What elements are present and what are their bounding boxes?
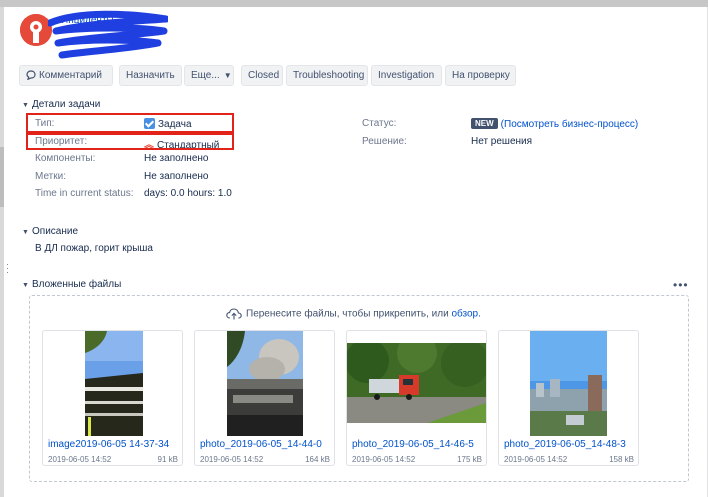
resolution-label: Решение:	[362, 136, 407, 147]
resolution-value: Нет решения	[471, 136, 533, 147]
attachment-meta: 2019-06-05 14:52 164 kB	[200, 455, 330, 464]
view-workflow-link[interactable]: (Посмотреть бизнес-процесс)	[501, 119, 639, 130]
attachment-thumbnail[interactable]	[347, 331, 486, 436]
chevron-down-icon: ▼	[22, 102, 29, 109]
transition-review-button[interactable]: На проверку	[445, 65, 516, 86]
status-value: NEW (Посмотреть бизнес-процесс)	[471, 118, 638, 130]
attachment-date: 2019-06-05 14:52	[200, 455, 264, 464]
details-section-title: Детали задачи	[32, 99, 101, 110]
attachment-date: 2019-06-05 14:52	[352, 455, 416, 464]
components-label: Компоненты:	[35, 153, 96, 164]
transition-investigation-label: Investigation	[378, 70, 435, 81]
dropzone-hint: Перенесите файлы, чтобы прикрепить, или …	[226, 308, 481, 320]
components-value[interactable]: Не заполнено	[144, 153, 208, 164]
window-top-strip	[0, 0, 708, 7]
attachment-meta: 2019-06-05 14:52 175 kB	[352, 455, 482, 464]
comment-button[interactable]: Комментарий	[19, 65, 113, 86]
attachment-date: 2019-06-05 14:52	[504, 455, 568, 464]
transition-investigation-button[interactable]: Investigation	[371, 65, 442, 86]
labels-label: Метки:	[35, 171, 66, 182]
attachments-section-toggle[interactable]: ▼ Вложенные файлы	[22, 279, 121, 290]
description-section-toggle[interactable]: ▼ Описание	[22, 226, 78, 237]
attachment-date: 2019-06-05 14:52	[48, 455, 112, 464]
status-badge: NEW	[471, 118, 498, 129]
status-label: Статус:	[362, 118, 397, 129]
attachment-filename[interactable]: image2019-06-05 14-37-34	[48, 439, 178, 450]
attachment-meta: 2019-06-05 14:52 158 kB	[504, 455, 634, 464]
attachment-meta: 2019-06-05 14:52 91 kB	[48, 455, 178, 464]
attachment-thumbnail[interactable]	[43, 331, 182, 436]
more-dots-icon[interactable]: •••	[673, 278, 689, 292]
attachment-thumbnail[interactable]	[499, 331, 638, 436]
left-scrollbar[interactable]	[0, 7, 4, 497]
cloud-upload-icon	[226, 308, 242, 320]
transition-troubleshooting-label: Troubleshooting	[293, 70, 365, 81]
comment-icon	[26, 70, 36, 81]
transition-closed-label: Closed	[248, 70, 280, 81]
attachment-thumbnail[interactable]	[195, 331, 334, 436]
assign-button-label: Назначить	[126, 70, 175, 81]
chevron-down-icon: ▼	[22, 282, 29, 289]
browse-files-link[interactable]: обзор.	[451, 309, 480, 320]
description-section-title: Описание	[32, 226, 79, 237]
highlight-type-annotation	[26, 113, 234, 133]
attachment-size: 91 kB	[157, 455, 178, 464]
attachment-card[interactable]: photo_2019-06-05_14-48-3 2019-06-05 14:5…	[498, 330, 639, 466]
comment-button-label: Комментарий	[39, 70, 102, 81]
attachment-card[interactable]: photo_2019-06-05_14-46-5 2019-06-05 14:5…	[346, 330, 487, 466]
attachment-size: 175 kB	[457, 455, 482, 464]
attachments-section-title: Вложенные файлы	[32, 279, 122, 290]
attachment-filename[interactable]: photo_2019-06-05_14-46-5	[352, 439, 482, 450]
description-text[interactable]: В ДЛ пожар, горит крыша	[35, 243, 153, 254]
highlight-priority-annotation	[26, 133, 234, 150]
panel-splitter-handle[interactable]: · · ·	[6, 260, 9, 277]
attachment-filename[interactable]: photo_2019-06-05_14-48-3	[504, 439, 634, 450]
more-actions-label: Еще...	[191, 70, 220, 81]
chevron-down-icon: ▼	[22, 229, 29, 236]
attachment-size: 158 kB	[609, 455, 634, 464]
scrollbar-thumb[interactable]	[0, 147, 4, 207]
dropzone-text: Перенесите файлы, чтобы прикрепить, или	[246, 308, 449, 320]
time-in-status-value: days: 0.0 hours: 1.0	[144, 188, 232, 199]
attachment-filename[interactable]: photo_2019-06-05_14-44-0	[200, 439, 330, 450]
transition-troubleshooting-button[interactable]: Troubleshooting	[286, 65, 368, 86]
time-in-status-label: Time in current status:	[35, 188, 134, 199]
attachment-size: 164 kB	[305, 455, 330, 464]
transition-closed-button[interactable]: Closed	[241, 65, 283, 86]
redacted-issue-title	[48, 10, 168, 59]
attachment-card[interactable]: photo_2019-06-05_14-44-0 2019-06-05 14:5…	[194, 330, 335, 466]
labels-value[interactable]: Не заполнено	[144, 171, 208, 182]
assign-button[interactable]: Назначить	[119, 65, 182, 86]
chevron-down-icon: ▼	[223, 71, 232, 80]
transition-review-label: На проверку	[452, 70, 510, 81]
details-section-toggle[interactable]: ▼ Детали задачи	[22, 99, 100, 110]
more-actions-button[interactable]: Еще... ▼	[184, 65, 234, 86]
attachment-card[interactable]: image2019-06-05 14-37-34 2019-06-05 14:5…	[42, 330, 183, 466]
